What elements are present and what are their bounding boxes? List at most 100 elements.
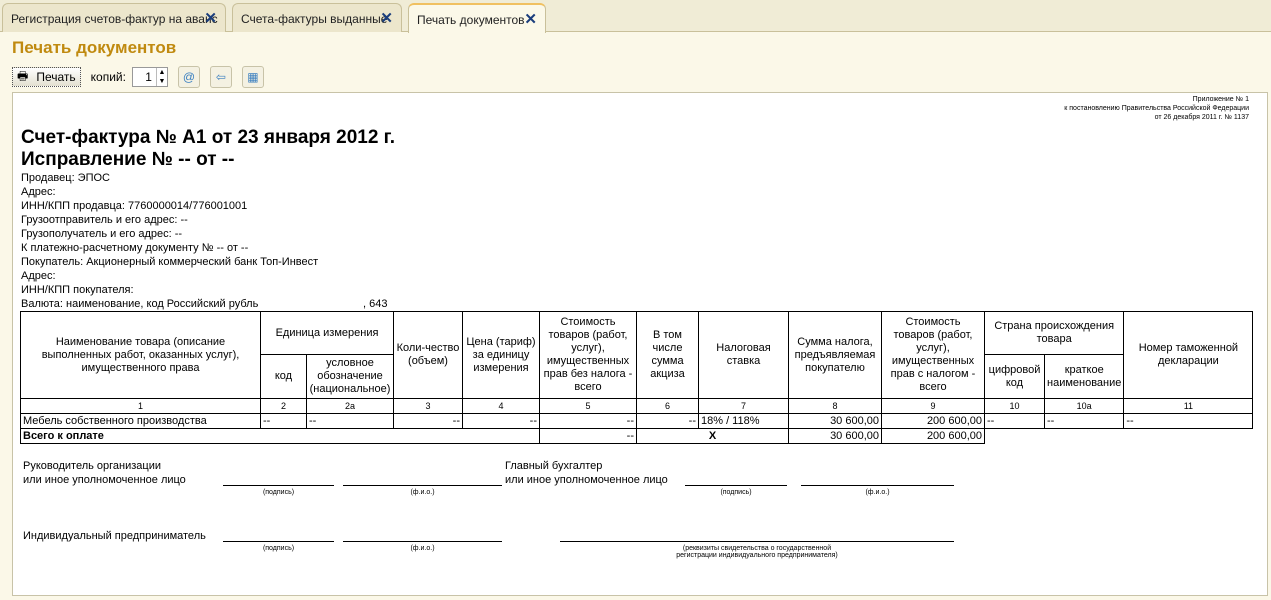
head-signature-label: Руководитель организации или иное уполном… [23, 459, 186, 487]
column-number: 3 [393, 398, 463, 414]
document-arrow-icon: ⇦ [215, 70, 226, 84]
header-unit-code: код [260, 354, 307, 399]
document-preview[interactable]: Приложение № 1 к постановлению Правитель… [12, 92, 1268, 596]
copies-stepper[interactable]: 1 ▲ ▼ [131, 67, 168, 87]
column-number: 5 [539, 398, 637, 414]
copies-value[interactable]: 1 [145, 70, 156, 84]
table-cell: 18% / 118% [698, 413, 789, 429]
column-number: 10 [984, 398, 1045, 414]
signature-line [801, 485, 954, 486]
info-line: Адрес: [21, 270, 56, 282]
table-cell: -- [462, 413, 540, 429]
info-line: Продавец: ЭПОС [21, 172, 110, 184]
table-cell: -- [260, 413, 307, 429]
tab-label: Печать документов [417, 13, 525, 27]
column-number: 7 [698, 398, 789, 414]
table-cell: Мебель собственного производства [20, 413, 261, 429]
appendix-line: Приложение № 1 [1192, 96, 1249, 103]
signature-line [223, 541, 334, 542]
header-unit: Единица измерения [260, 311, 394, 355]
signature-line [343, 485, 502, 486]
email-button[interactable]: @ [177, 66, 200, 88]
info-line: Грузоотправитель и его адрес: -- [21, 214, 188, 226]
fio-caption: (ф.и.о.) [410, 545, 435, 552]
invoice-table: Наименование товара (описание выполненны… [20, 311, 1254, 444]
sign-caption: (подпись) [262, 489, 295, 496]
column-number: 8 [788, 398, 882, 414]
column-number: 2а [306, 398, 394, 414]
email-icon: @ [182, 70, 196, 84]
invoice-info: Продавец: ЭПОС Адрес: ИНН/КПП продавца: … [21, 171, 387, 311]
info-line: Адрес: [21, 186, 56, 198]
invoice-title: Счет-фактура № А1 от 23 января 2012 г. [21, 127, 395, 148]
header-qty: Коли-чество (объем) [393, 311, 463, 399]
toolbar: 🖶 Печать копий: 1 ▲ ▼ @ ⇦ ▦ [12, 66, 264, 88]
column-number: 11 [1123, 398, 1254, 414]
currency-line: Валюта: наименование, код Российский руб… [21, 297, 387, 311]
total-row: Всего к оплате -- X 30 600,00 200 600,00 [20, 428, 1253, 444]
signature-line [560, 541, 954, 542]
tab-advance-invoices[interactable]: Регистрация счетов-фактур на аванс ✕ [2, 3, 226, 32]
close-icon[interactable]: ✕ [380, 9, 393, 27]
header-country-name: краткое наименование [1043, 354, 1125, 399]
appendix-line: к постановлению Правительства Российской… [1064, 105, 1249, 112]
table-cell: -- [306, 413, 394, 429]
tab-bar: Регистрация счетов-фактур на аванс ✕ Счет… [0, 0, 1271, 33]
registration-caption: (реквизиты свидетельства о государственн… [560, 545, 954, 559]
currency-code: , 643 [363, 298, 388, 310]
print-label: Печать [36, 70, 76, 84]
correction-title: Исправление № -- от -- [21, 149, 235, 170]
table-cell: -- [393, 413, 463, 429]
save-button[interactable]: ⇦ [209, 66, 232, 88]
total-cost-no-tax: -- [539, 428, 637, 444]
table-cell: -- [636, 413, 699, 429]
signature-line [685, 485, 787, 486]
sign-caption: (подпись) [262, 545, 295, 552]
sig-line: Главный бухгалтер [505, 460, 603, 472]
tab-print-documents[interactable]: Печать документов ✕ [408, 3, 546, 33]
table-cell: -- [539, 413, 637, 429]
sign-caption: (подпись) [720, 489, 752, 496]
header-tax-sum: Сумма налога, предъявляемая покупателю [788, 311, 882, 399]
table-cell: 200 600,00 [881, 413, 985, 429]
close-icon[interactable]: ✕ [524, 10, 537, 28]
header-customs: Номер таможенной декларации [1123, 311, 1254, 399]
header-country-code: цифровой код [984, 354, 1045, 399]
tab-label: Счета-фактуры выданные [241, 12, 388, 26]
sig-line: Руководитель организации [23, 460, 162, 472]
copies-label: копий: [90, 70, 126, 84]
spin-arrows-icon[interactable]: ▲ ▼ [155, 68, 167, 86]
print-button[interactable]: 🖶 Печать [12, 67, 81, 87]
header-cost-with-tax: Стоимость товаров (работ, услуг), имущес… [881, 311, 985, 399]
column-number: 2 [260, 398, 307, 414]
empty-cell [985, 429, 1253, 444]
table-cell: -- [984, 413, 1045, 429]
tab-issued-invoices[interactable]: Счета-фактуры выданные ✕ [232, 3, 402, 32]
total-tax-sum: 30 600,00 [788, 428, 882, 444]
sig-line: или иное уполномоченное лицо [23, 474, 186, 486]
fio-caption: (ф.и.о.) [865, 489, 890, 496]
header-name: Наименование товара (описание выполненны… [20, 311, 261, 399]
column-number: 1 [20, 398, 261, 414]
close-icon[interactable]: ✕ [204, 9, 217, 27]
signature-line [223, 485, 334, 486]
table-cell: -- [1043, 413, 1125, 429]
sig-line: или иное уполномоченное лицо [505, 474, 668, 486]
caption-line: (реквизиты свидетельства о государственн… [682, 545, 832, 552]
page-title: Печать документов [12, 38, 177, 57]
info-line: ИНН/КПП покупателя: [21, 284, 134, 296]
settings-button[interactable]: ▦ [241, 66, 264, 88]
header-excise: В том числе сумма акциза [636, 311, 699, 399]
accountant-signature-label: Главный бухгалтер или иное уполномоченное… [505, 459, 668, 487]
info-line: Покупатель: Акционерный коммерческий бан… [21, 256, 319, 268]
column-numbers-row: 1 2 2а 3 4 5 6 7 8 9 10 10а 11 [20, 398, 1254, 414]
table-row: Мебель собственного производства -- -- -- --… [20, 413, 1254, 429]
signature-line [343, 541, 502, 542]
table-cell: -- [1123, 413, 1254, 429]
header-price: Цена (тариф) за единицу измерения [462, 311, 540, 399]
column-number: 6 [636, 398, 699, 414]
header-tax-rate: Налоговая ставка [698, 311, 789, 399]
info-line: ИНН/КПП продавца: 7760000014/776001001 [21, 200, 248, 212]
invoice-heading: Счет-фактура № А1 от 23 января 2012 г. И… [21, 127, 395, 171]
tab-label: Регистрация счетов-фактур на аванс [11, 12, 218, 26]
